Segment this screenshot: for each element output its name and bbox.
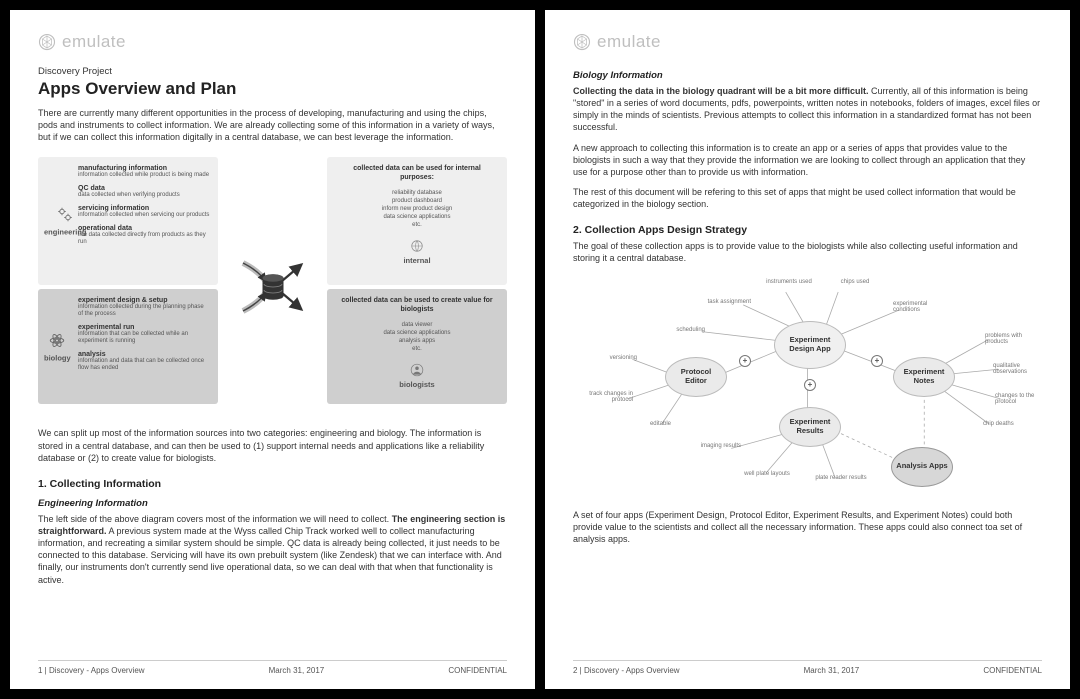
leaf-problems: problems with products [985, 333, 1045, 346]
leaf-imaging-results: imaging results [681, 443, 741, 450]
p2-para-1: Collecting the data in the biology quadr… [573, 85, 1042, 134]
footer-center: March 31, 2017 [804, 666, 860, 675]
leaf-experimental-conditions: experimental conditions [893, 301, 953, 314]
leaf-chip-deaths: chip deaths [983, 421, 1043, 428]
footer-left: 1 | Discovery - Apps Overview [38, 666, 145, 675]
p2-para-2: A new approach to collecting this inform… [573, 142, 1042, 178]
brand-name: emulate [597, 32, 661, 52]
leaf-plate-reader: plate reader results [811, 475, 871, 482]
paragraph-2: We can split up most of the information … [38, 427, 507, 463]
item-title: experimental run [78, 324, 210, 331]
page-title: Apps Overview and Plan [38, 79, 507, 99]
leaf-editable: editable [611, 421, 671, 428]
page-2: emulate Biology Information Collecting t… [545, 10, 1070, 689]
leaf-versioning: versioning [577, 355, 637, 362]
item-desc: information collected when servicing our… [78, 212, 210, 219]
node-experiment-notes: Experiment Notes [893, 357, 955, 397]
brand-name: emulate [62, 32, 126, 52]
item-desc: information and data that can be collect… [78, 358, 210, 372]
internal-head: collected data can be used for internal … [339, 165, 495, 183]
p2-para-5: A set of four apps (Experiment Design, P… [573, 509, 1042, 545]
apps-relation-diagram: Experiment Design App Protocol Editor Ex… [573, 279, 1042, 499]
leaf-track-changes: track changes in protocol [573, 391, 633, 404]
brand-header: emulate [573, 32, 1042, 52]
item-title: QC data [78, 185, 210, 192]
leaf-chips-used: chips used [825, 279, 885, 286]
biologists-head: collected data can be used to create val… [339, 297, 495, 315]
item-title: analysis [78, 351, 210, 358]
item-title: servicing information [78, 205, 210, 212]
biology-quadrant: biology experiment design & setupinforma… [38, 289, 218, 404]
node-analysis-apps: Analysis Apps [891, 447, 953, 487]
item-desc: live data collected directly from produc… [78, 232, 210, 246]
biologists-list: data viewer data science applications an… [339, 321, 495, 353]
footer-center: March 31, 2017 [269, 666, 325, 675]
atom-icon [48, 331, 66, 349]
item-title: experiment design & setup [78, 297, 210, 304]
item-desc: information collected while product is b… [78, 172, 210, 179]
leaf-changes-protocol: changes to the protocol [995, 393, 1055, 406]
bio-info-heading: Biology Information [573, 70, 1042, 81]
item-desc: data collected when verifying products [78, 192, 210, 199]
engineering-label: engineering [44, 206, 87, 237]
footer-left: 2 | Discovery - Apps Overview [573, 666, 680, 675]
p2-para-3: The rest of this document will be referi… [573, 186, 1042, 210]
internal-list: reliability database product dashboard i… [339, 189, 495, 229]
person-icon [410, 363, 424, 377]
intro-paragraph: There are currently many different oppor… [38, 107, 507, 143]
information-flow-diagram: engineering manufacturing informationinf… [38, 157, 507, 417]
biology-label: biology [44, 331, 71, 362]
brand-header: emulate [38, 32, 507, 52]
node-protocol-editor: Protocol Editor [665, 357, 727, 397]
eyebrow: Discovery Project [38, 66, 507, 77]
gears-icon [56, 206, 74, 224]
leaf-well-plate: well plate layouts [737, 471, 797, 478]
page-1: emulate Discovery Project Apps Overview … [10, 10, 535, 689]
page-footer: 1 | Discovery - Apps Overview March 31, … [38, 660, 507, 675]
eng-info-heading: Engineering Information [38, 498, 507, 509]
leaf-qualitative: qualitative observations [993, 363, 1053, 376]
leaf-instruments-used: instruments used [759, 279, 819, 286]
node-experiment-results: Experiment Results [779, 407, 841, 447]
biologists-quadrant: collected data can be used to create val… [327, 289, 507, 404]
paragraph-3: The left side of the above diagram cover… [38, 513, 507, 586]
item-title: manufacturing information [78, 165, 210, 172]
footer-right: CONFIDENTIAL [983, 666, 1042, 675]
item-desc: information that can be collected while … [78, 331, 210, 345]
node-experiment-design: Experiment Design App [774, 321, 846, 369]
internal-quadrant: collected data can be used for internal … [327, 157, 507, 285]
internal-persona: internal [339, 239, 495, 265]
section-2-heading: 2. Collection Apps Design Strategy [573, 224, 1042, 236]
p2-para-4: The goal of these collection apps is to … [573, 240, 1042, 264]
globe-icon [410, 239, 424, 253]
plus-icon: + [739, 355, 751, 367]
section-1-heading: 1. Collecting Information [38, 478, 507, 490]
brand-logo-icon [38, 33, 56, 51]
leaf-scheduling: scheduling [645, 327, 705, 334]
leaf-task-assignment: task assignment [691, 299, 751, 306]
database-icon [228, 242, 318, 332]
footer-right: CONFIDENTIAL [448, 666, 507, 675]
page-footer: 2 | Discovery - Apps Overview March 31, … [573, 660, 1042, 675]
plus-icon: + [804, 379, 816, 391]
plus-icon: + [871, 355, 883, 367]
engineering-quadrant: engineering manufacturing informationinf… [38, 157, 218, 285]
item-title: operational data [78, 225, 210, 232]
brand-logo-icon [573, 33, 591, 51]
item-desc: information collected during the plannin… [78, 304, 210, 318]
biologists-persona: biologists [339, 363, 495, 389]
